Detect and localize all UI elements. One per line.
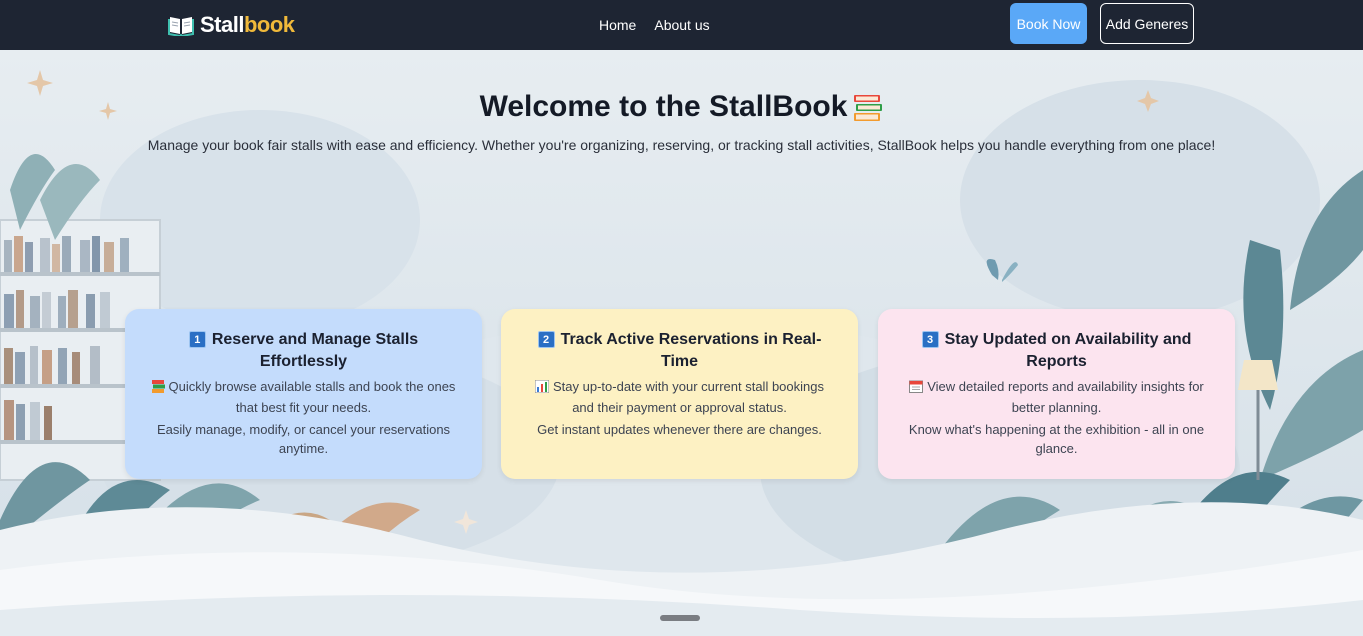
book-now-button[interactable]: Book Now — [1010, 3, 1087, 44]
card-title-text: Stay Updated on Availability and Reports — [944, 331, 1192, 370]
card-description-text: View detailed reports and availability i… — [927, 379, 1204, 415]
card-description-text: Stay up-to-date with your current stall … — [553, 379, 824, 415]
number-2-badge: 2 — [537, 331, 555, 348]
books-icon — [853, 94, 883, 132]
add-genres-button[interactable]: Add Generes — [1100, 3, 1194, 44]
card-description-text: Quickly browse available stalls and book… — [168, 379, 456, 415]
number-3-badge: 3 — [921, 331, 939, 348]
card-description: Quickly browse available stalls and book… — [149, 377, 458, 417]
nav-links: Home About us — [599, 16, 710, 34]
feature-card-reserve: 1 Reserve and Manage Stalls Effortlessly … — [125, 309, 482, 479]
card-detail: Get instant updates whenever there are c… — [537, 422, 822, 437]
calendar-icon — [909, 379, 924, 398]
card-title-text: Track Active Reservations in Real-Time — [560, 331, 822, 370]
number-1-badge: 1 — [188, 331, 206, 348]
card-detail: Know what's happening at the exhibition … — [908, 422, 1205, 456]
navbar: Stallbook Home About us Book Now Add Gen… — [0, 0, 1363, 50]
nav-link-about[interactable]: About us — [654, 16, 709, 34]
hero-subtitle: Manage your book fair stalls with ease a… — [147, 137, 1216, 153]
hero-title: Welcome to the StallBook — [0, 88, 1363, 132]
bar-chart-icon — [534, 379, 550, 398]
feature-card-track: 2 Track Active Reservations in Real-Time … — [501, 309, 858, 479]
card-title: 3 Stay Updated on Availability and Report… — [902, 329, 1211, 373]
hero-title-text: Welcome to the StallBook — [479, 90, 848, 123]
card-detail: Easily manage, modify, or cancel your re… — [156, 422, 451, 456]
card-description: View detailed reports and availability i… — [902, 377, 1211, 417]
brand-name-part2: book — [243, 12, 295, 37]
feature-card-reports: 3 Stay Updated on Availability and Report… — [878, 309, 1235, 479]
books-icon — [151, 379, 165, 398]
brand-name-part1: Stall — [200, 12, 244, 37]
card-title-text: Reserve and Manage Stalls Effortlessly — [211, 331, 419, 370]
card-description: Stay up-to-date with your current stall … — [525, 377, 834, 417]
scroll-handle[interactable] — [660, 615, 700, 621]
nav-link-home[interactable]: Home — [599, 16, 636, 34]
open-book-icon — [168, 17, 194, 36]
card-title: 1 Reserve and Manage Stalls Effortlessly — [149, 329, 458, 373]
brand-logo[interactable]: Stallbook — [168, 11, 295, 39]
brand-name: Stallbook — [200, 12, 295, 38]
card-title: 2 Track Active Reservations in Real-Time — [525, 329, 834, 373]
